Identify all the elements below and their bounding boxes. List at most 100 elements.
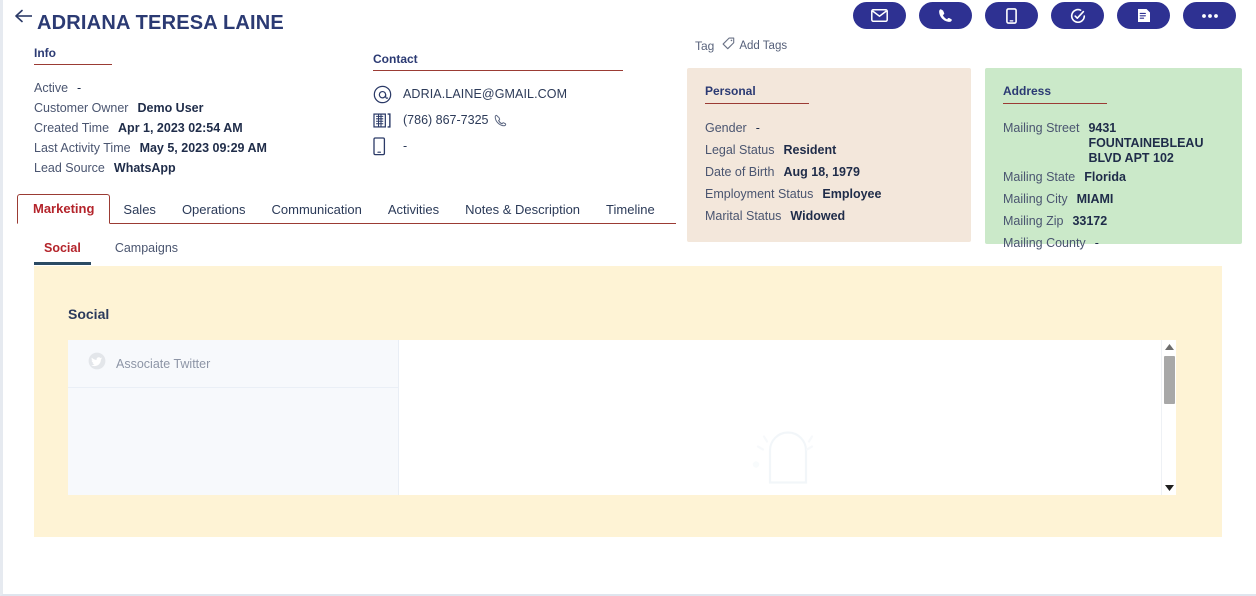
info-row: Customer Owner Demo User: [34, 98, 284, 118]
field-key: Created Time: [34, 121, 110, 135]
call-handset-icon[interactable]: [494, 114, 507, 127]
contact-mobile-row[interactable]: -: [373, 133, 625, 159]
tab-sales[interactable]: Sales: [110, 196, 169, 224]
contact-section: Contact ADRIA.LAINE@GMAIL.COM (786) 867-…: [373, 52, 625, 159]
field-key: Last Activity Time: [34, 141, 131, 155]
contact-section-rule: [373, 70, 623, 71]
tab-activities[interactable]: Activities: [375, 196, 452, 224]
contact-email-row[interactable]: ADRIA.LAINE@GMAIL.COM: [373, 81, 625, 107]
add-tags-button[interactable]: Add Tags: [722, 37, 787, 55]
info-section-title: Info: [34, 46, 56, 60]
contact-detail-page: ADRIANA TERESA LAINE Info Active - Custo…: [0, 0, 1256, 596]
main-tab-bar: Marketing Sales Operations Communication…: [17, 193, 676, 224]
contact-field-list: ADRIA.LAINE@GMAIL.COM (786) 867-7325 -: [373, 81, 625, 159]
field-key: Date of Birth: [705, 165, 775, 179]
field-value: WhatsApp: [113, 161, 176, 175]
task-action-button[interactable]: [1051, 2, 1104, 29]
empty-state-illustration-icon: [740, 420, 836, 495]
subtab-social[interactable]: Social: [34, 238, 91, 265]
social-detail-area: [399, 340, 1176, 495]
field-key: Customer Owner: [34, 101, 129, 115]
info-row: Active -: [34, 78, 284, 98]
info-section: Info Active - Customer Owner Demo User C…: [34, 46, 284, 178]
info-row: Created Time Apr 1, 2023 02:54 AM: [34, 118, 284, 138]
tab-marketing[interactable]: Marketing: [17, 194, 111, 224]
social-content-area: Associate Twitter: [68, 340, 1176, 495]
personal-row: Gender -: [705, 117, 953, 139]
field-value: Apr 1, 2023 02:54 AM: [118, 121, 243, 135]
more-action-button[interactable]: [1183, 2, 1236, 29]
field-key: Employment Status: [705, 187, 814, 201]
tab-timeline[interactable]: Timeline: [593, 196, 668, 224]
at-sign-icon: [373, 85, 397, 104]
field-value: Demo User: [137, 101, 204, 115]
note-action-button[interactable]: [1117, 2, 1170, 29]
scrollbar-track[interactable]: [1162, 354, 1176, 481]
field-value: Employee: [822, 187, 882, 201]
associate-twitter-label: Associate Twitter: [116, 356, 211, 371]
personal-row: Marital Status Widowed: [705, 205, 953, 227]
social-account-list: Associate Twitter: [68, 340, 399, 495]
personal-card: Personal Gender - Legal Status Resident …: [687, 68, 971, 242]
social-panel: Social Associate Twitter: [34, 266, 1222, 537]
scroll-up-arrow-icon[interactable]: [1162, 340, 1176, 354]
personal-row: Legal Status Resident: [705, 139, 953, 161]
field-value: -: [77, 81, 82, 95]
personal-card-rule: [705, 103, 809, 104]
info-row: Last Activity Time May 5, 2023 09:29 AM: [34, 138, 284, 158]
tag-section: Tag Add Tags: [695, 37, 787, 55]
tab-communication[interactable]: Communication: [259, 196, 375, 224]
scroll-down-arrow-icon[interactable]: [1162, 481, 1176, 495]
contact-work-phone-value: (786) 867-7325: [403, 113, 489, 127]
info-section-rule: [34, 64, 112, 65]
contact-section-title: Contact: [373, 52, 418, 66]
personal-row: Employment Status Employee: [705, 183, 953, 205]
field-value: MIAMI: [1076, 192, 1114, 206]
address-row: Mailing Zip 33172: [1003, 210, 1224, 232]
address-row: Mailing County -: [1003, 232, 1224, 254]
social-heading: Social: [68, 306, 110, 322]
quick-actions-toolbar: [853, 2, 1236, 29]
contact-work-phone-row[interactable]: (786) 867-7325: [373, 107, 625, 133]
personal-card-title: Personal: [705, 84, 756, 98]
office-phone-icon: [373, 112, 397, 129]
field-value: Widowed: [790, 209, 846, 223]
sub-tab-bar: Social Campaigns: [34, 238, 188, 265]
field-value: Resident: [783, 143, 837, 157]
address-card-rule: [1003, 103, 1107, 104]
personal-row: Date of Birth Aug 18, 1979: [705, 161, 953, 183]
street-line-2: BLVD APT 102: [1088, 151, 1174, 165]
field-value: 33172: [1072, 214, 1108, 228]
page-title: ADRIANA TERESA LAINE: [37, 12, 284, 34]
social-scrollbar[interactable]: [1161, 340, 1176, 495]
add-tags-label: Add Tags: [739, 40, 788, 52]
field-value: Florida: [1084, 170, 1126, 184]
address-row: Mailing State Florida: [1003, 166, 1224, 188]
tag-label: Tag: [695, 39, 715, 53]
scrollbar-thumb[interactable]: [1164, 356, 1175, 404]
associate-twitter-item[interactable]: Associate Twitter: [68, 340, 398, 388]
field-key: Lead Source: [34, 161, 105, 175]
back-arrow-icon[interactable]: [13, 5, 35, 27]
tab-notes-description[interactable]: Notes & Description: [452, 196, 593, 224]
field-key: Mailing County: [1003, 236, 1086, 250]
field-value: 9431 FOUNTAINEBLEAU BLVD APT 102: [1088, 121, 1224, 166]
address-field-list: Mailing Street 9431 FOUNTAINEBLEAU BLVD …: [1003, 117, 1224, 254]
subtab-campaigns[interactable]: Campaigns: [105, 238, 188, 265]
address-card: Address Mailing Street 9431 FOUNTAINEBLE…: [985, 68, 1242, 250]
address-row: Mailing City MIAMI: [1003, 188, 1224, 210]
field-value: Aug 18, 1979: [783, 165, 860, 179]
twitter-bird-icon: [88, 352, 106, 375]
tab-operations[interactable]: Operations: [169, 196, 259, 224]
field-value: May 5, 2023 09:29 AM: [139, 141, 267, 155]
field-key: Mailing Street: [1003, 121, 1080, 135]
sms-action-button[interactable]: [985, 2, 1038, 29]
email-action-button[interactable]: [853, 2, 906, 29]
call-action-button[interactable]: [919, 2, 972, 29]
field-key: Active: [34, 81, 69, 95]
info-row: Lead Source WhatsApp: [34, 158, 284, 178]
street-line-1: 9431 FOUNTAINEBLEAU: [1088, 121, 1204, 150]
contact-mobile-value: -: [403, 139, 408, 153]
field-value: -: [755, 121, 760, 135]
field-key: Marital Status: [705, 209, 782, 223]
